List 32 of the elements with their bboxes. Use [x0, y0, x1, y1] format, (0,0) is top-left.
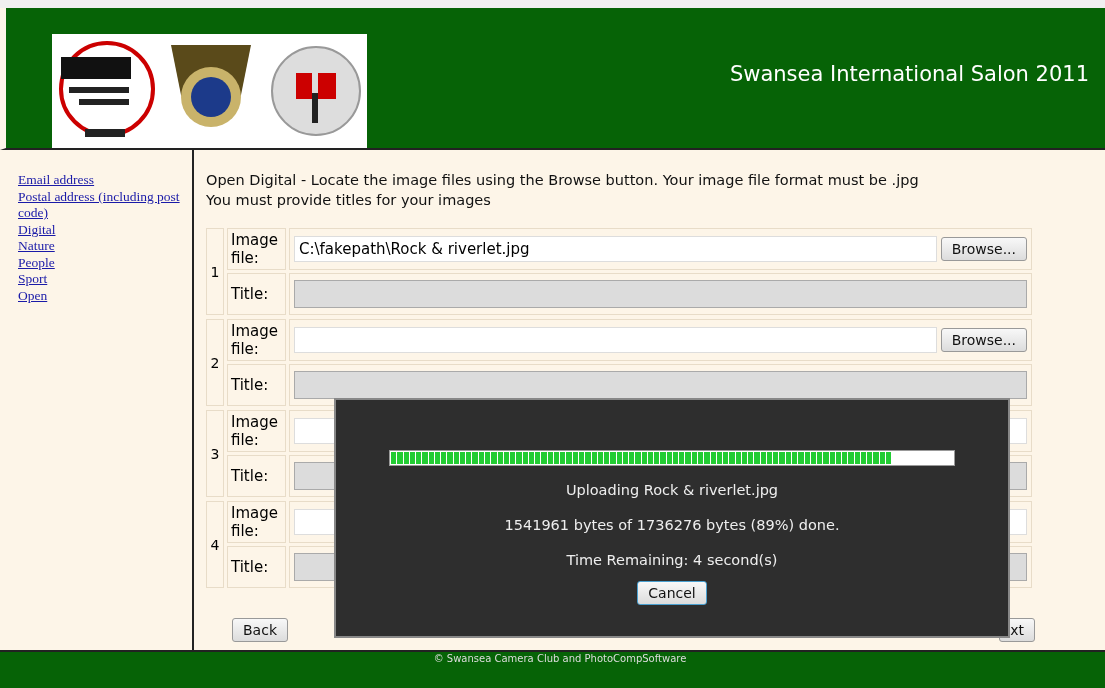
cancel-button[interactable]: Cancel: [637, 581, 707, 605]
upload-bytes-text: 1541961 bytes of 1736276 bytes (89%) done.: [504, 516, 840, 535]
sidebar-link[interactable]: Open: [18, 287, 48, 304]
time-remaining-text: Time Remaining: 4 second(s): [566, 551, 778, 570]
sidebar-link[interactable]: Postal address (including post code): [18, 188, 192, 222]
back-button[interactable]: Back: [232, 618, 288, 642]
instruction-text: You must provide titles for your images: [206, 191, 492, 210]
sidebar-link[interactable]: Sport: [18, 271, 48, 288]
sidebar-link[interactable]: Nature: [18, 238, 55, 255]
field-label: Image file:: [227, 319, 286, 361]
sidebar-link[interactable]: Digital: [18, 221, 56, 238]
entry-number: 3: [206, 410, 224, 497]
field-label: Image file:: [227, 228, 286, 270]
upload-filename-text: Uploading Rock & riverlet.jpg: [565, 481, 779, 500]
field-label: Image file:: [227, 501, 286, 543]
file-path-field[interactable]: [294, 327, 937, 353]
entry-number: 1: [206, 228, 224, 315]
field-label: Image file:: [227, 410, 286, 452]
sidebar-link[interactable]: People: [18, 254, 55, 271]
browse-button[interactable]: Browse...: [940, 328, 1027, 352]
entry-number: 4: [206, 501, 224, 588]
entry-number: 2: [206, 319, 224, 406]
copyright-text: © Swansea Camera Club and PhotoCompSoftware: [433, 653, 687, 664]
field-label: Title:: [227, 455, 286, 497]
file-path-field[interactable]: C:\fakepath\Rock & riverlet.jpg: [294, 236, 937, 262]
site-title: Swansea International Salon 2011: [729, 62, 1089, 86]
field-label: Title:: [227, 273, 286, 315]
field-label: Title:: [227, 546, 286, 588]
instruction-text: Open Digital - Locate the image files using the Browse button. Your image file format must be .jpg: [206, 171, 920, 190]
sidebar-link[interactable]: Email address: [18, 172, 95, 189]
field-label: Title:: [227, 364, 286, 406]
browse-button[interactable]: Browse...: [940, 237, 1027, 261]
